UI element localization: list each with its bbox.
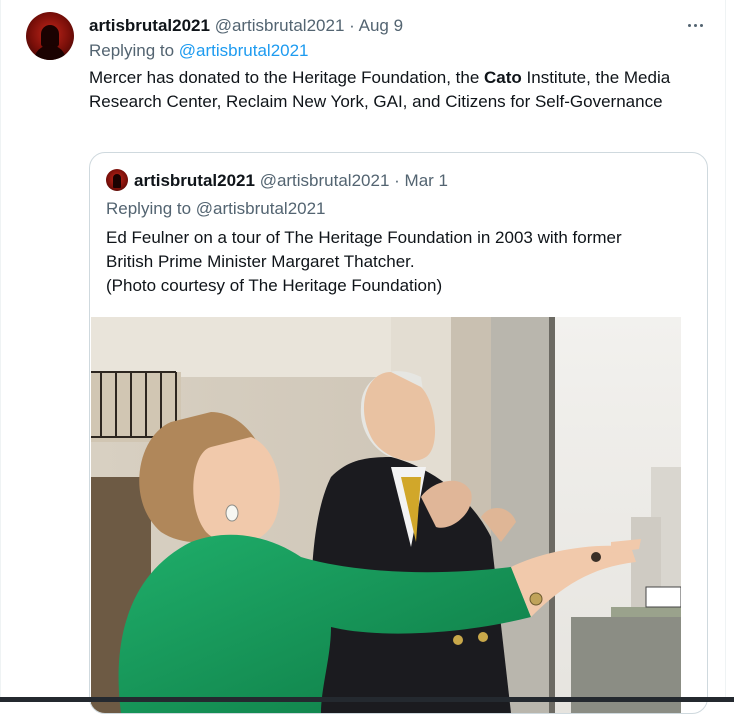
quoted-text-line: (Photo courtesy of The Heritage Foundati… [106,276,443,295]
quoted-header-separator: · [394,171,400,190]
tweet-photo[interactable] [91,317,681,713]
quoted-replying-to: Replying to @artisbrutal2021 [106,198,326,220]
taskbar-edge [0,697,734,702]
tweet-date[interactable]: Aug 9 [359,16,403,35]
replying-to-link[interactable]: @artisbrutal2021 [179,41,309,60]
quoted-tweet-header: artisbrutal2021 @artisbrutal2021 · Mar 1 [134,170,448,192]
quoted-text-line: Ed Feulner on a tour of The Heritage Fou… [106,228,622,247]
quoted-author-name[interactable]: artisbrutal2021 [134,171,255,190]
quoted-author-avatar[interactable] [106,169,128,191]
quoted-replying-to-label: Replying to [106,199,192,218]
replying-to: Replying to @artisbrutal2021 [89,40,309,62]
timeline-left-border [0,0,1,702]
more-options-button[interactable] [682,14,708,36]
quoted-tweet-text: Ed Feulner on a tour of The Heritage Fou… [106,226,696,298]
replying-to-label: Replying to [89,41,175,60]
tweet-text: Mercer has donated to the Heritage Found… [89,66,689,114]
header-separator: · [349,16,355,35]
tweet-text-bold: Cato [484,68,522,87]
quoted-replying-to-handle: @artisbrutal2021 [195,199,326,218]
author-name[interactable]: artisbrutal2021 [89,16,210,35]
tweet-text-part1: Mercer has donated to the Heritage Found… [89,68,485,87]
timeline-right-border [725,0,726,702]
more-horizontal-icon [687,23,691,27]
quoted-tweet-date[interactable]: Mar 1 [405,171,448,190]
author-handle[interactable]: @artisbrutal2021 [215,16,345,35]
tweet-header: artisbrutal2021 @artisbrutal2021 · Aug 9 [89,15,403,37]
quoted-text-line: British Prime Minister Margaret Thatcher… [106,252,415,271]
quoted-author-handle[interactable]: @artisbrutal2021 [260,171,390,190]
quoted-tweet-card[interactable]: artisbrutal2021 @artisbrutal2021 · Mar 1… [89,152,708,714]
author-avatar[interactable] [26,12,74,60]
